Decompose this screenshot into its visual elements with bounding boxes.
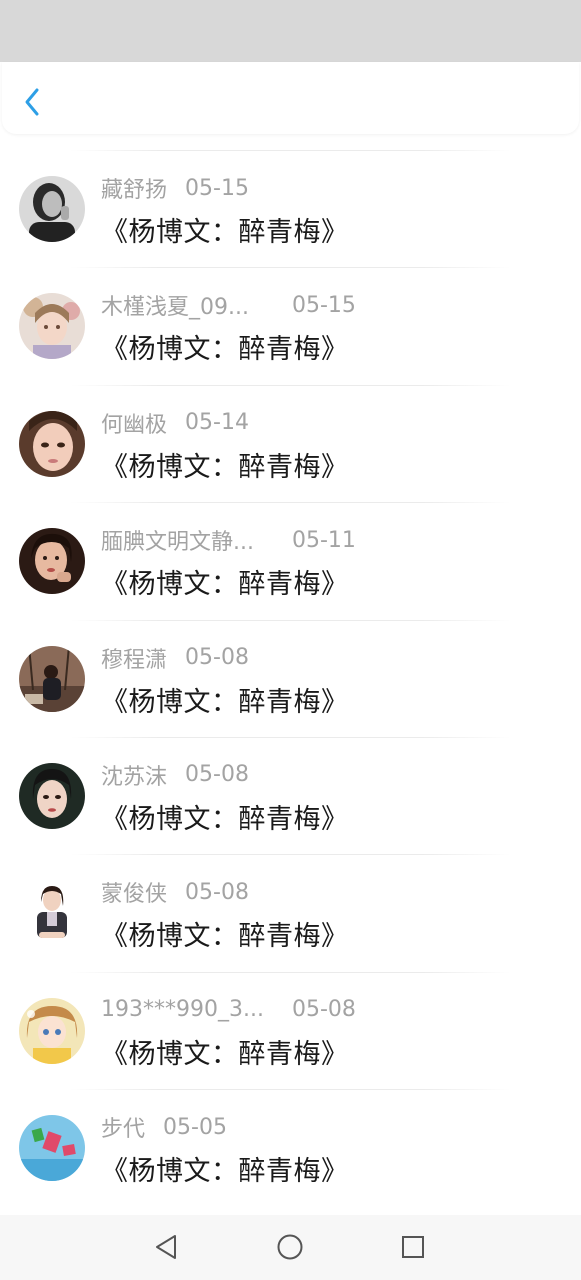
author-name[interactable]: 沈苏沫 (101, 759, 167, 791)
post-title[interactable]: 《杨博文：醉青梅》 (101, 914, 349, 953)
post-date: 05-15 (292, 292, 356, 318)
list-item[interactable]: 穆程潇 05-08 《杨博文：醉青梅》 (0, 619, 581, 737)
list-item[interactable]: 193***990_3... 05-08 《杨博文：醉青梅》 (0, 971, 581, 1089)
divider (70, 384, 511, 386)
item-meta: 藏舒扬 05-15 (101, 172, 249, 204)
author-name[interactable]: 藏舒扬 (101, 172, 167, 204)
avatar[interactable] (19, 997, 85, 1064)
post-date: 05-08 (185, 645, 249, 671)
post-title[interactable]: 《杨博文：醉青梅》 (101, 210, 349, 249)
chevron-left-icon (25, 88, 39, 116)
divider (70, 971, 511, 973)
list-item[interactable]: 木槿浅夏_09... 05-15 《杨博文：醉青梅》 (0, 267, 581, 384)
nav-back-button[interactable] (148, 1229, 184, 1265)
system-nav-bar (0, 1215, 581, 1280)
post-date: 05-11 (292, 527, 356, 553)
item-meta: 穆程潇 05-08 (101, 642, 249, 674)
post-title[interactable]: 《杨博文：醉青梅》 (101, 797, 349, 836)
nav-home-button[interactable] (272, 1229, 308, 1265)
divider (70, 1089, 511, 1091)
back-button[interactable] (16, 82, 48, 122)
author-name[interactable]: 蒙俊侠 (101, 876, 167, 908)
list-item[interactable]: 藏舒扬 05-15 《杨博文：醉青梅》 (0, 150, 581, 267)
avatar[interactable] (19, 176, 85, 242)
author-name[interactable]: 步代 (101, 1111, 145, 1143)
avatar[interactable] (19, 762, 85, 829)
post-title[interactable]: 《杨博文：醉青梅》 (101, 1149, 349, 1188)
item-meta: 何幽极 05-14 (101, 407, 249, 439)
item-meta: 沈苏沫 05-08 (101, 759, 249, 791)
header-bar (2, 62, 579, 134)
post-date: 05-14 (185, 410, 249, 436)
author-name[interactable]: 穆程潇 (101, 642, 167, 674)
list-item[interactable]: 步代 05-05 《杨博文：醉青梅》 (0, 1089, 581, 1206)
author-name[interactable]: 木槿浅夏_09... (101, 289, 274, 321)
square-recents-icon (402, 1236, 424, 1258)
list-item[interactable]: 何幽极 05-14 《杨博文：醉青梅》 (0, 384, 581, 502)
list-item[interactable]: 腼腆文明文静... 05-11 《杨博文：醉青梅》 (0, 502, 581, 619)
post-title[interactable]: 《杨博文：醉青梅》 (101, 445, 349, 484)
author-name[interactable]: 193***990_3... (101, 997, 274, 1022)
item-meta: 蒙俊侠 05-08 (101, 876, 249, 908)
divider (70, 502, 511, 504)
item-meta: 木槿浅夏_09... 05-15 (101, 289, 356, 321)
post-date: 05-08 (185, 879, 249, 905)
avatar[interactable] (19, 1115, 85, 1182)
nav-recents-button[interactable] (395, 1229, 431, 1265)
status-bar (0, 0, 581, 62)
divider (70, 619, 511, 621)
avatar[interactable] (19, 880, 85, 947)
divider (70, 736, 511, 738)
post-date: 05-08 (292, 997, 356, 1023)
item-meta: 193***990_3... 05-08 (101, 996, 356, 1024)
author-name[interactable]: 何幽极 (101, 407, 167, 439)
post-list: 藏舒扬 05-15 《杨博文：醉青梅》 木槿浅夏_09... 05-15 《杨博… (0, 150, 581, 1207)
divider (70, 854, 511, 856)
avatar[interactable] (19, 645, 85, 712)
post-date: 05-15 (185, 175, 249, 201)
item-meta: 腼腆文明文静... 05-11 (101, 524, 356, 556)
post-title[interactable]: 《杨博文：醉青梅》 (101, 562, 349, 601)
post-title[interactable]: 《杨博文：醉青梅》 (101, 327, 349, 366)
post-title[interactable]: 《杨博文：醉青梅》 (101, 680, 349, 719)
post-date: 05-05 (163, 1114, 227, 1140)
triangle-back-icon (156, 1235, 176, 1259)
author-name[interactable]: 腼腆文明文静... (101, 524, 274, 556)
list-item[interactable]: 沈苏沫 05-08 《杨博文：醉青梅》 (0, 736, 581, 854)
avatar[interactable] (19, 293, 85, 360)
post-date: 05-08 (185, 762, 249, 788)
avatar[interactable] (19, 410, 85, 477)
post-title[interactable]: 《杨博文：醉青梅》 (101, 1032, 349, 1071)
divider (70, 150, 511, 151)
list-item[interactable]: 蒙俊侠 05-08 《杨博文：醉青梅》 (0, 854, 581, 971)
avatar[interactable] (19, 528, 85, 595)
circle-home-icon (277, 1234, 303, 1260)
item-meta: 步代 05-05 (101, 1111, 227, 1143)
divider (70, 267, 511, 269)
